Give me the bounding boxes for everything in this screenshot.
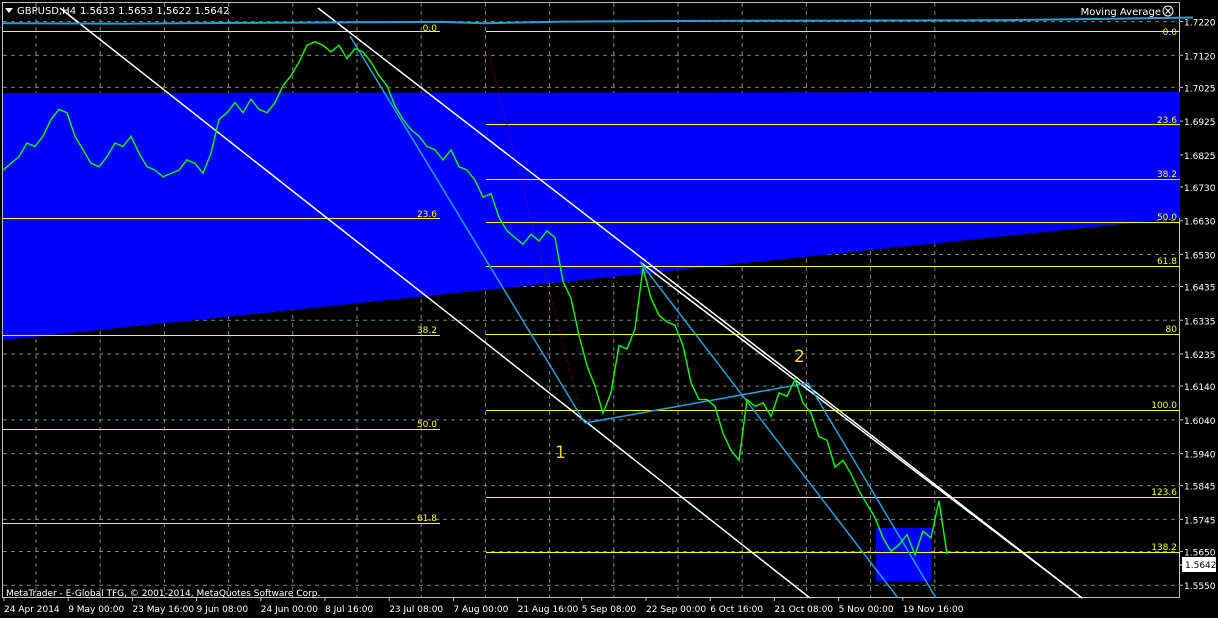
y-tick-label: 1.7220 (1184, 19, 1216, 29)
y-tick-label: 1.5550 (1184, 582, 1216, 592)
x-tick-label: 21 Aug 16:00 (518, 605, 579, 615)
x-tick-label: 24 Jun 00:00 (261, 605, 318, 615)
y-tick-label: 1.5650 (1184, 548, 1216, 558)
fib-right-0: 0.0 (1163, 28, 1178, 38)
x-tick-label: 24 Apr 2014 (4, 605, 60, 615)
fib-right-80: 80 (1166, 325, 1178, 335)
x-tick-label: 22 Sep 00:00 (646, 605, 706, 615)
symbol-label: GBPUSD,H4 (17, 6, 76, 17)
fib-right-50: 50.0 (1157, 213, 1177, 223)
x-tick-label: 19 Nov 16:00 (903, 605, 964, 615)
fib-left-50: 50.0 (417, 420, 437, 430)
copyright-text: MetaTrader - E-Global TFG, © 2001-2014, … (6, 589, 320, 599)
x-tick-label: 7 Aug 00:00 (453, 605, 508, 615)
fib-left-38-2: 38.2 (417, 326, 437, 336)
y-tick-label: 1.6435 (1184, 284, 1216, 294)
time-axis[interactable]: 24 Apr 2014 9 May 00:00 23 May 16:00 9 Jun … (3, 597, 964, 615)
y-tick-label: 1.6730 (1184, 184, 1216, 194)
x-tick-label: 21 Oct 08:00 (774, 605, 833, 615)
y-tick-label: 1.7120 (1184, 52, 1216, 62)
current-price-value: 1.5642 (1185, 561, 1217, 571)
ohlc-values: 1.5633 1.5653 1.5622 1.5642 (80, 6, 230, 17)
fib-right-23-6: 23.6 (1157, 116, 1177, 126)
moving-average-line (2, 16, 1194, 25)
price-chart[interactable]: 0.0 23.6 38.2 50.0 61.8 0.0 23.6 38.2 50… (0, 0, 1218, 618)
x-tick-label: 9 May 00:00 (68, 605, 124, 615)
indicator-label[interactable]: Moving Average (1081, 7, 1161, 18)
fib-right-38-2: 38.2 (1157, 170, 1177, 180)
y-tick-label: 1.6235 (1184, 351, 1216, 361)
x-tick-label: 5 Nov 00:00 (839, 605, 894, 615)
x-tick-label: 5 Sep 08:00 (582, 605, 637, 615)
y-tick-label: 1.5745 (1184, 516, 1216, 526)
indicator-close-icon[interactable] (1162, 5, 1174, 17)
fib-right-138-2: 138.2 (1151, 543, 1177, 553)
y-tick-label: 1.6040 (1184, 417, 1216, 427)
fib-left-23-6: 23.6 (417, 210, 437, 220)
fib-left-0: 0.0 (423, 24, 438, 34)
price-axis[interactable]: 1.7220 1.7120 1.7025 1.6925 1.6825 1.6730 1.66… (1180, 19, 1216, 593)
x-tick-label: 9 Jun 08:00 (197, 605, 249, 615)
fib-right-100: 100.0 (1151, 401, 1177, 411)
x-tick-label: 23 May 16:00 (132, 605, 194, 615)
x-tick-label: 23 Jul 08:00 (389, 605, 443, 615)
wave-label-2: 2 (794, 347, 805, 367)
x-tick-label: 6 Oct 16:00 (710, 605, 763, 615)
fib-left-61-8: 61.8 (417, 514, 437, 524)
y-tick-label: 1.5940 (1184, 451, 1216, 461)
y-tick-label: 1.5845 (1184, 483, 1216, 493)
y-tick-label: 1.6140 (1184, 383, 1216, 393)
wave-label-1: 1 (555, 443, 566, 463)
blue-zone-upper (3, 92, 1180, 340)
y-tick-label: 1.7025 (1184, 84, 1216, 94)
y-tick-label: 1.6530 (1184, 251, 1216, 261)
blue-zone-box (876, 528, 931, 581)
y-tick-label: 1.6925 (1184, 118, 1216, 128)
y-tick-label: 1.6335 (1184, 317, 1216, 327)
chart-menu-icon[interactable] (5, 8, 13, 13)
y-tick-label: 1.6825 (1184, 152, 1216, 162)
y-tick-label: 1.6630 (1184, 218, 1216, 228)
x-tick-label: 8 Jul 16:00 (325, 605, 374, 615)
fib-right-61-8: 61.8 (1157, 257, 1177, 267)
fib-right-123-6: 123.6 (1151, 488, 1177, 498)
